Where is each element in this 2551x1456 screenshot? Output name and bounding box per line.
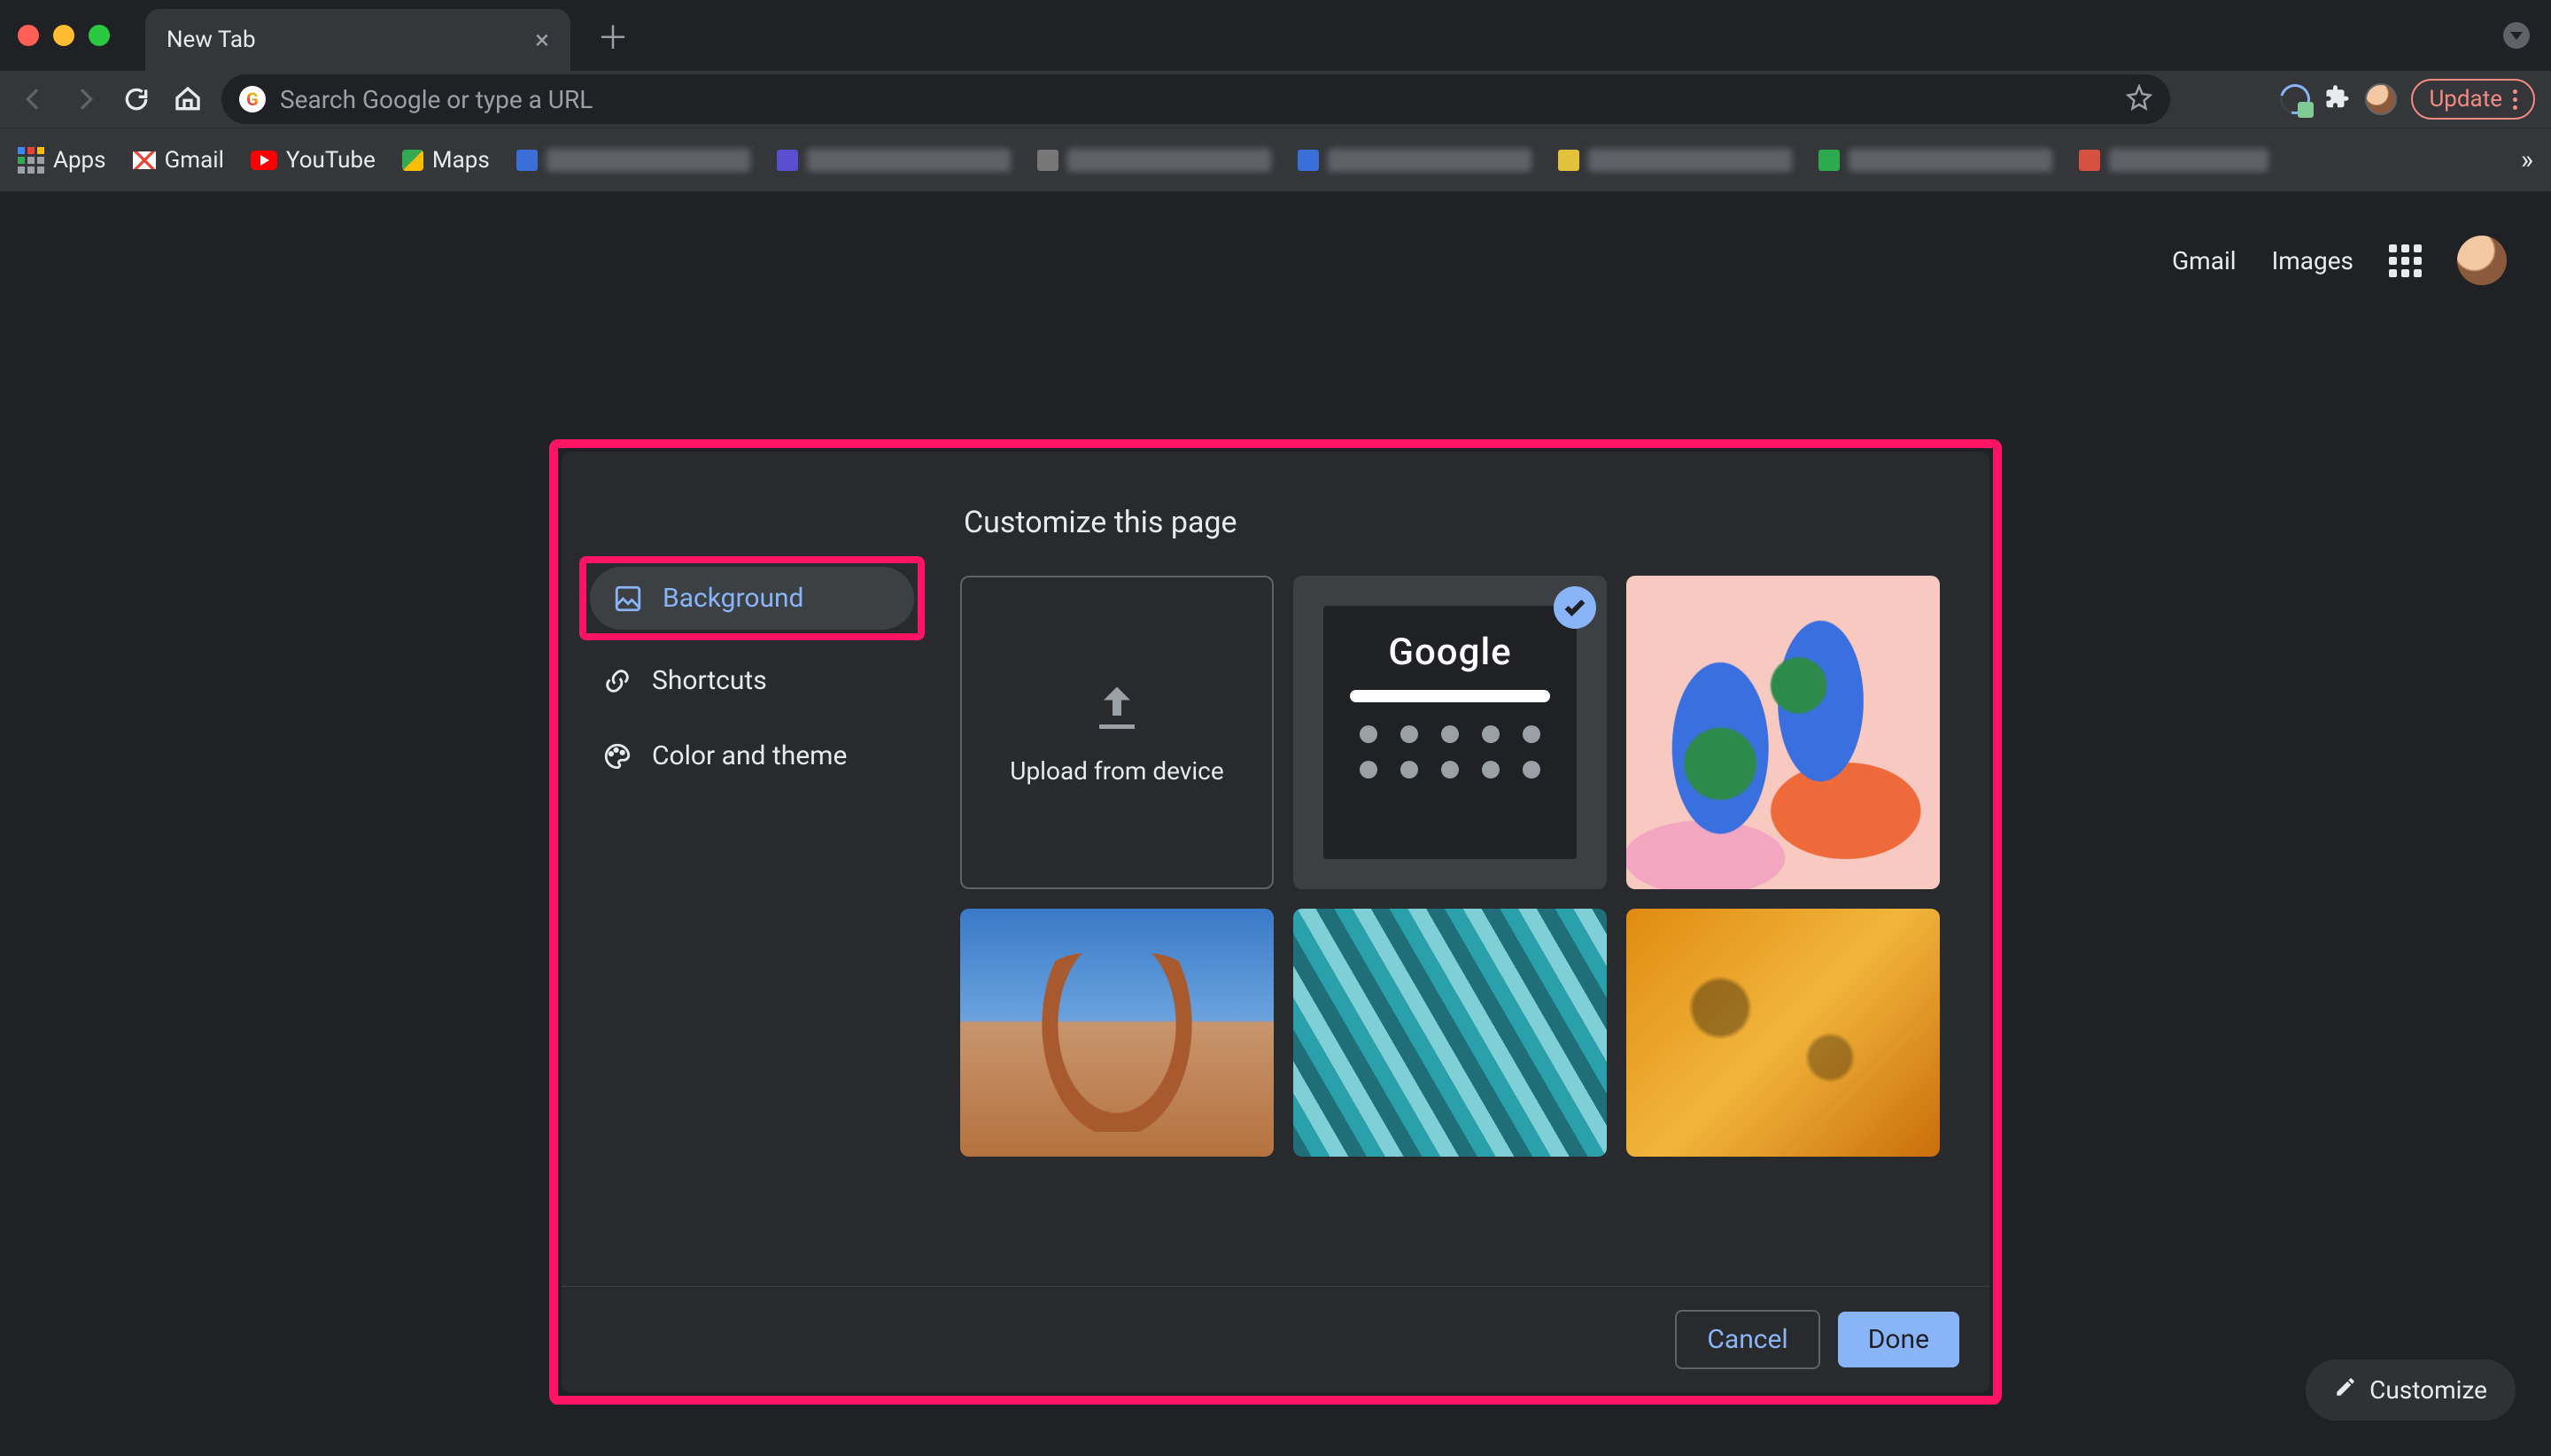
browser-tab[interactable]: New Tab × — [145, 9, 570, 71]
tile-black-artists-wrap: Black Artists Collection — [1626, 576, 1940, 889]
tile-landscapes-wrap — [960, 909, 1274, 1157]
reload-button[interactable] — [119, 81, 154, 117]
tile-black-artists[interactable] — [1626, 576, 1940, 889]
tile-upload[interactable]: Upload from device — [960, 576, 1274, 889]
tab-search-icon[interactable] — [2503, 22, 2530, 49]
toolbar-right: Update — [2280, 79, 2535, 120]
search-bar-preview — [1350, 690, 1550, 702]
new-tab-button[interactable]: ＋ — [588, 11, 638, 60]
customize-button[interactable]: Customize — [2306, 1359, 2516, 1421]
selected-check-icon — [1554, 586, 1596, 629]
apps-grid-icon — [18, 147, 44, 174]
extensions-icon[interactable] — [2324, 84, 2351, 114]
tile-landscape-arch[interactable] — [960, 909, 1274, 1157]
bookmark-label: Apps — [53, 147, 106, 174]
dialog-sidebar: Background Shortcuts Color and theme — [562, 452, 942, 1286]
update-button[interactable]: Update — [2411, 79, 2535, 120]
window-maximize-icon[interactable] — [89, 25, 110, 46]
maps-icon — [402, 150, 423, 171]
titlebar: New Tab × ＋ — [0, 0, 2551, 71]
tile-no-background[interactable]: Google — [1293, 576, 1607, 889]
annotation-highlight-sidebar-item: Background — [579, 556, 925, 640]
kebab-menu-icon — [2513, 89, 2517, 110]
window-minimize-icon[interactable] — [53, 25, 74, 46]
dialog-body: Customize this page Upload from device — [942, 452, 1989, 1286]
sidebar-item-label: Color and theme — [652, 740, 847, 771]
bookmark-apps[interactable]: Apps — [18, 147, 106, 174]
sidebar-item-shortcuts[interactable]: Shortcuts — [579, 649, 925, 712]
tile-label: Upload from device — [1010, 756, 1223, 786]
tile-architecture-wrap — [1293, 909, 1607, 1157]
tile-orange-texture[interactable] — [1626, 909, 1940, 1157]
sidebar-item-label: Background — [663, 583, 803, 614]
window-controls — [18, 25, 110, 46]
google-logo-text: Google — [1388, 631, 1511, 674]
sidebar-item-background[interactable]: Background — [590, 567, 914, 630]
dialog-title: Customize this page — [964, 505, 1954, 540]
bookmark-redacted[interactable] — [516, 149, 750, 172]
bookmark-redacted[interactable] — [777, 149, 1011, 172]
back-button[interactable] — [16, 81, 51, 117]
customize-dialog: Background Shortcuts Color and theme — [562, 452, 1989, 1392]
account-avatar-icon[interactable] — [2457, 236, 2507, 285]
link-icon — [602, 666, 632, 696]
tab-close-icon[interactable]: × — [535, 25, 549, 56]
gmail-icon — [133, 151, 156, 169]
pencil-icon — [2334, 1375, 2357, 1405]
bookmarks-overflow-icon[interactable]: » — [2521, 144, 2533, 175]
palette-icon — [602, 741, 632, 771]
home-button[interactable] — [170, 81, 205, 117]
ntp-top-links: Gmail Images — [2172, 236, 2507, 285]
omnibox-placeholder: Search Google or type a URL — [280, 85, 593, 114]
done-button[interactable]: Done — [1838, 1312, 1959, 1367]
gmail-link[interactable]: Gmail — [2172, 246, 2236, 275]
images-link[interactable]: Images — [2272, 246, 2353, 275]
bookmark-youtube[interactable]: YouTube — [251, 147, 376, 174]
bookmarks-bar: Apps Gmail YouTube Maps » — [0, 128, 2551, 191]
bookmark-redacted[interactable] — [1818, 149, 2052, 172]
youtube-icon — [251, 151, 277, 170]
translate-icon[interactable] — [2280, 84, 2310, 114]
no-background-preview: Google — [1323, 606, 1577, 859]
bookmark-redacted[interactable] — [1037, 149, 1271, 172]
cancel-button[interactable]: Cancel — [1675, 1310, 1819, 1369]
bookmark-redacted[interactable] — [2079, 149, 2268, 172]
forward-button[interactable] — [67, 81, 103, 117]
tile-upload-wrap: Upload from device — [960, 576, 1274, 889]
bookmark-gmail[interactable]: Gmail — [133, 147, 224, 174]
toolbar: G Search Google or type a URL Update — [0, 71, 2551, 128]
bookmark-label: Gmail — [165, 147, 224, 174]
bookmark-redacted[interactable] — [1298, 149, 1531, 172]
bookmark-maps[interactable]: Maps — [402, 147, 490, 174]
sidebar-item-color-theme[interactable]: Color and theme — [579, 724, 925, 787]
omnibox[interactable]: G Search Google or type a URL — [221, 74, 2170, 124]
new-tab-content: Gmail Images Background — [0, 191, 2551, 1456]
bookmark-label: Maps — [432, 147, 490, 174]
image-icon — [613, 584, 643, 614]
sidebar-item-label: Shortcuts — [652, 665, 767, 696]
annotation-highlight-dialog: Background Shortcuts Color and theme — [549, 439, 2002, 1405]
bookmark-label: YouTube — [286, 147, 376, 174]
customize-label: Customize — [2369, 1375, 2487, 1405]
background-tiles-grid: Upload from device Google — [960, 576, 1954, 1222]
dialog-footer: Cancel Done — [562, 1286, 1989, 1392]
upload-icon — [1090, 680, 1144, 733]
google-apps-icon[interactable] — [2389, 244, 2422, 277]
bookmark-redacted[interactable] — [1558, 149, 1792, 172]
google-g-icon: G — [239, 86, 266, 112]
window-close-icon[interactable] — [18, 25, 39, 46]
profile-avatar-icon[interactable] — [2365, 83, 2397, 115]
bookmark-star-icon[interactable] — [2126, 84, 2152, 114]
tile-textures-wrap — [1626, 909, 1940, 1157]
update-label: Update — [2429, 86, 2502, 112]
tile-architecture[interactable] — [1293, 909, 1607, 1157]
tab-title: New Tab — [167, 27, 256, 53]
tile-no-background-wrap: Google No background — [1293, 576, 1607, 889]
